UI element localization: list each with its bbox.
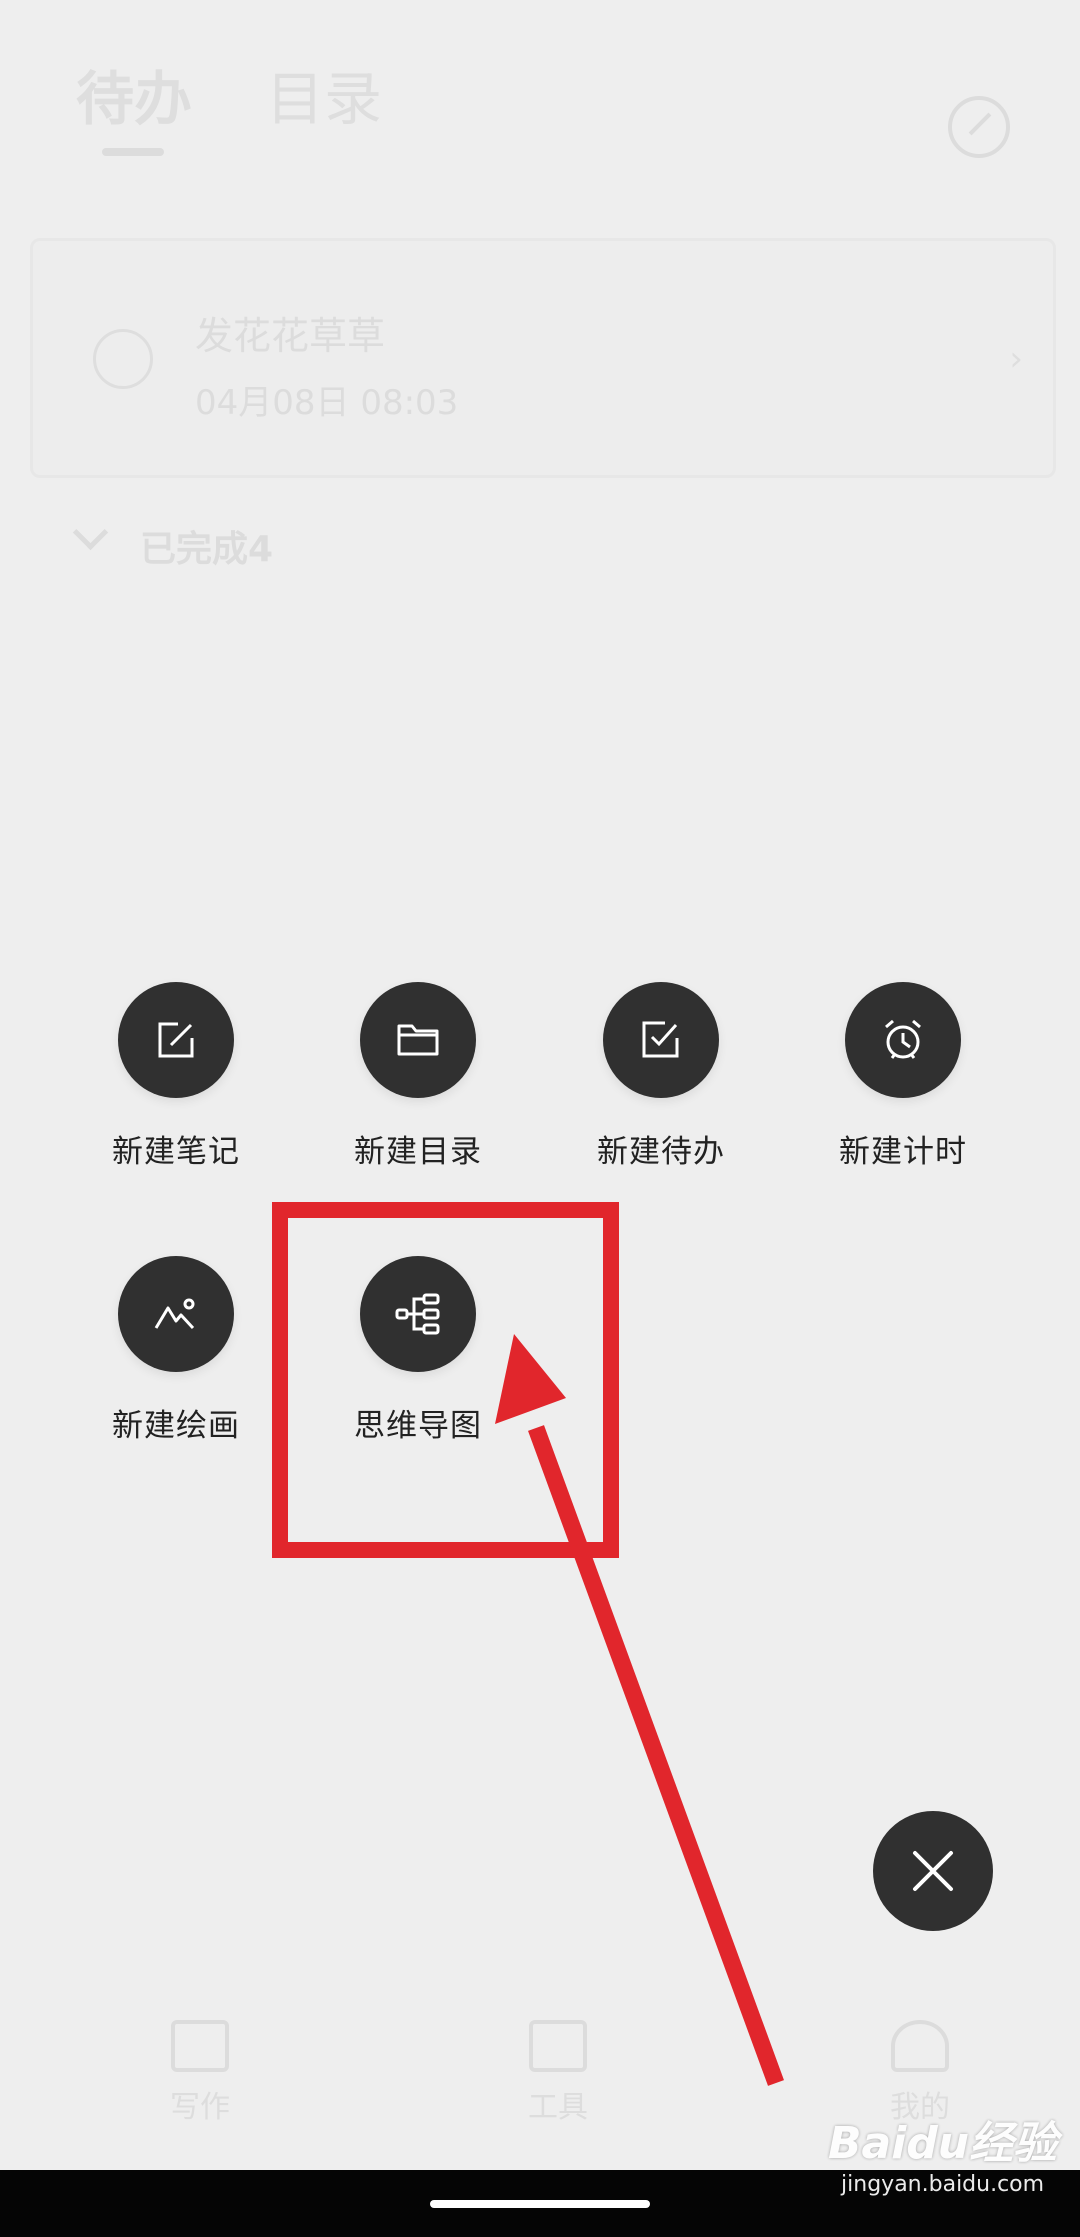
watermark-logo: Baidu经验 — [828, 2118, 1058, 2169]
watermark-url: jingyan.baidu.com — [841, 2172, 1045, 2197]
home-indicator[interactable] — [430, 2200, 650, 2208]
close-icon — [913, 1851, 953, 1891]
close-menu-button[interactable] — [873, 1811, 993, 1931]
baidu-watermark: Baidu经验 jingyan.baidu.com — [828, 2118, 1058, 2198]
